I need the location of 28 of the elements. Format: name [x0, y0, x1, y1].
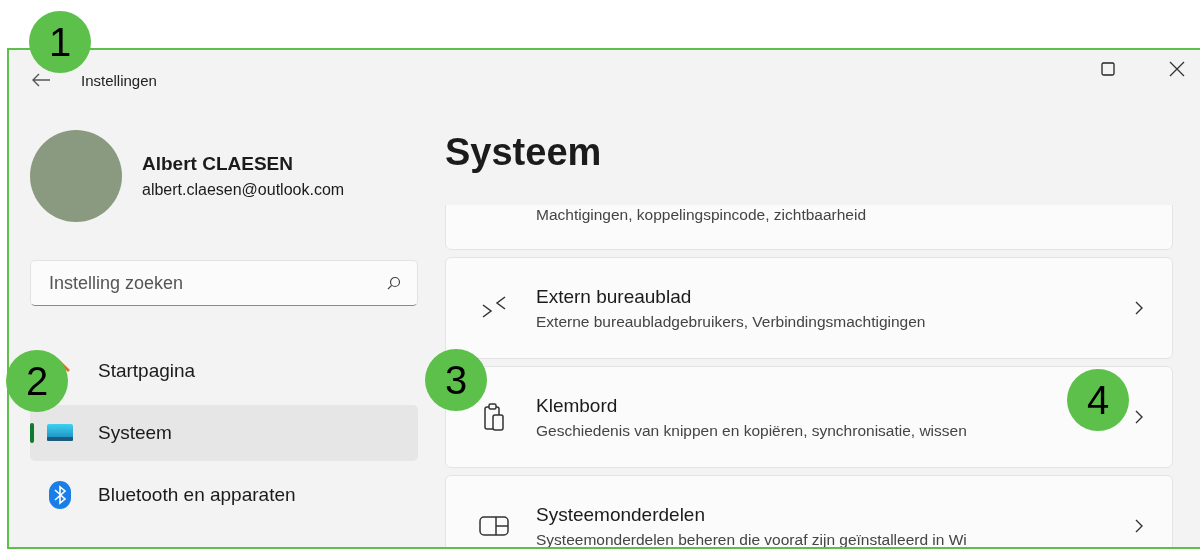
bluetooth-icon [46, 481, 74, 509]
maximize-icon[interactable] [1100, 61, 1116, 77]
card-title: Klembord [536, 394, 618, 417]
step-number-overlay: 1 [29, 11, 91, 73]
settings-card[interactable]: Extern bureaublad Externe bureaubladgebruikers, Verbindingsmachtigingen [445, 257, 1173, 359]
chevron-right-icon [1134, 518, 1144, 534]
card-description: Geschiedenis van knippen en kopiëren, synchronisatie, wissen [536, 421, 967, 440]
close-icon[interactable] [1168, 60, 1186, 78]
user-name: Albert CLAESEN [142, 153, 294, 175]
monitor-icon [46, 423, 74, 443]
search-icon [387, 276, 401, 290]
search-field[interactable]: Instelling zoeken [30, 260, 418, 306]
chevron-right-icon [1134, 300, 1144, 316]
settings-card[interactable]: Systeemonderdelen Systeemonderdelen beheren die vooraf zijn geïnstalleerd in Wi [445, 475, 1173, 547]
nav-item[interactable]: Systeem [30, 405, 418, 461]
card-title: Systeemonderdelen [536, 503, 705, 526]
window-title: Instellingen [81, 71, 157, 89]
chevron-right-icon [1134, 409, 1144, 425]
card-description: Externe bureaubladgebruikers, Verbindingsmachtigingen [536, 312, 926, 331]
page-title: Systeem [445, 130, 603, 175]
back-arrow-icon[interactable] [31, 73, 51, 87]
card-description: Systeemonderdelen beheren die vooraf zijn geïnstalleerd in Wi [536, 530, 967, 547]
card-title: Extern bureaublad [536, 285, 692, 308]
search-input[interactable]: Instelling zoeken [47, 271, 387, 295]
nav-item[interactable]: Bluetooth en apparaten [30, 467, 418, 523]
card-description: Machtigingen, koppelingspincode, zichtbaarheid [536, 206, 867, 224]
user-email: albert.claesen@outlook.com [142, 181, 345, 199]
settings-card[interactable]: Machtigingen, koppelingspincode, zichtbaarheid [445, 205, 1173, 250]
